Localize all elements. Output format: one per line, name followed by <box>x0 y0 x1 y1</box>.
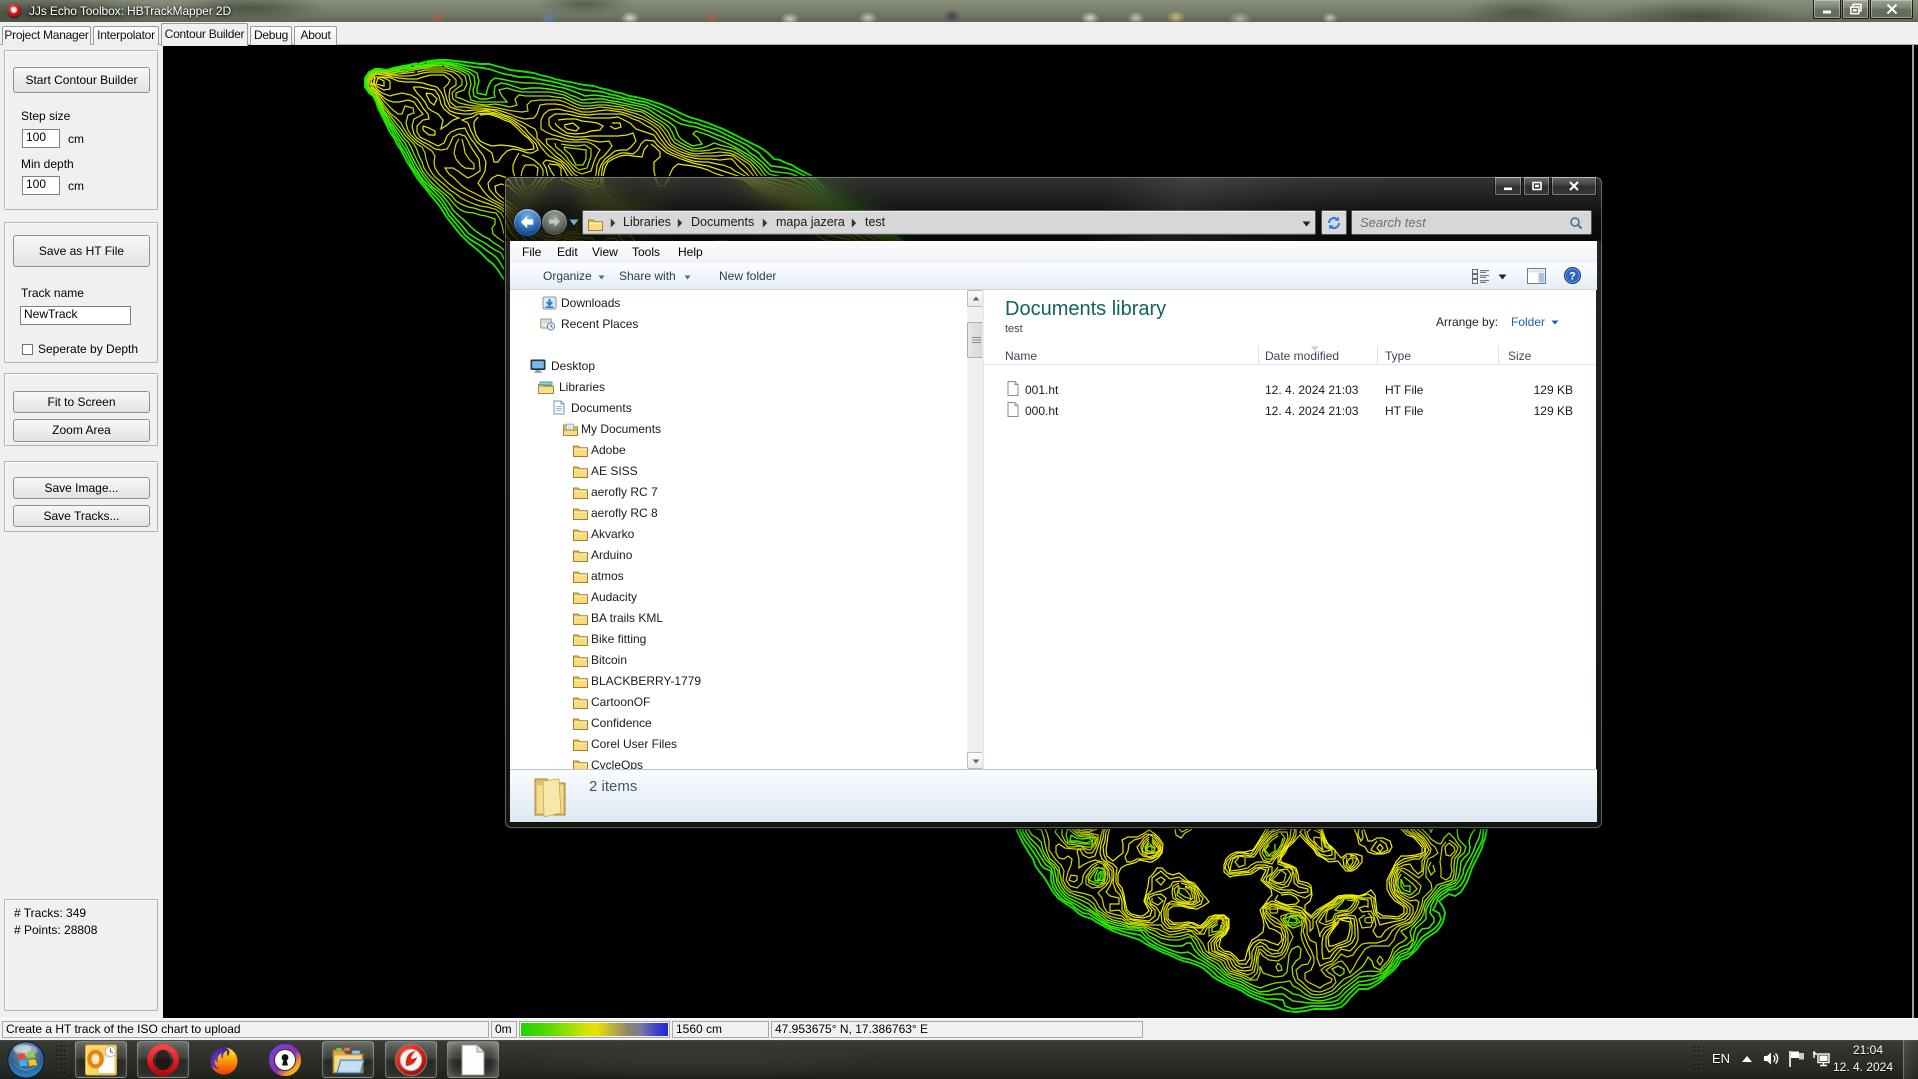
svg-text:?: ? <box>1569 271 1576 283</box>
